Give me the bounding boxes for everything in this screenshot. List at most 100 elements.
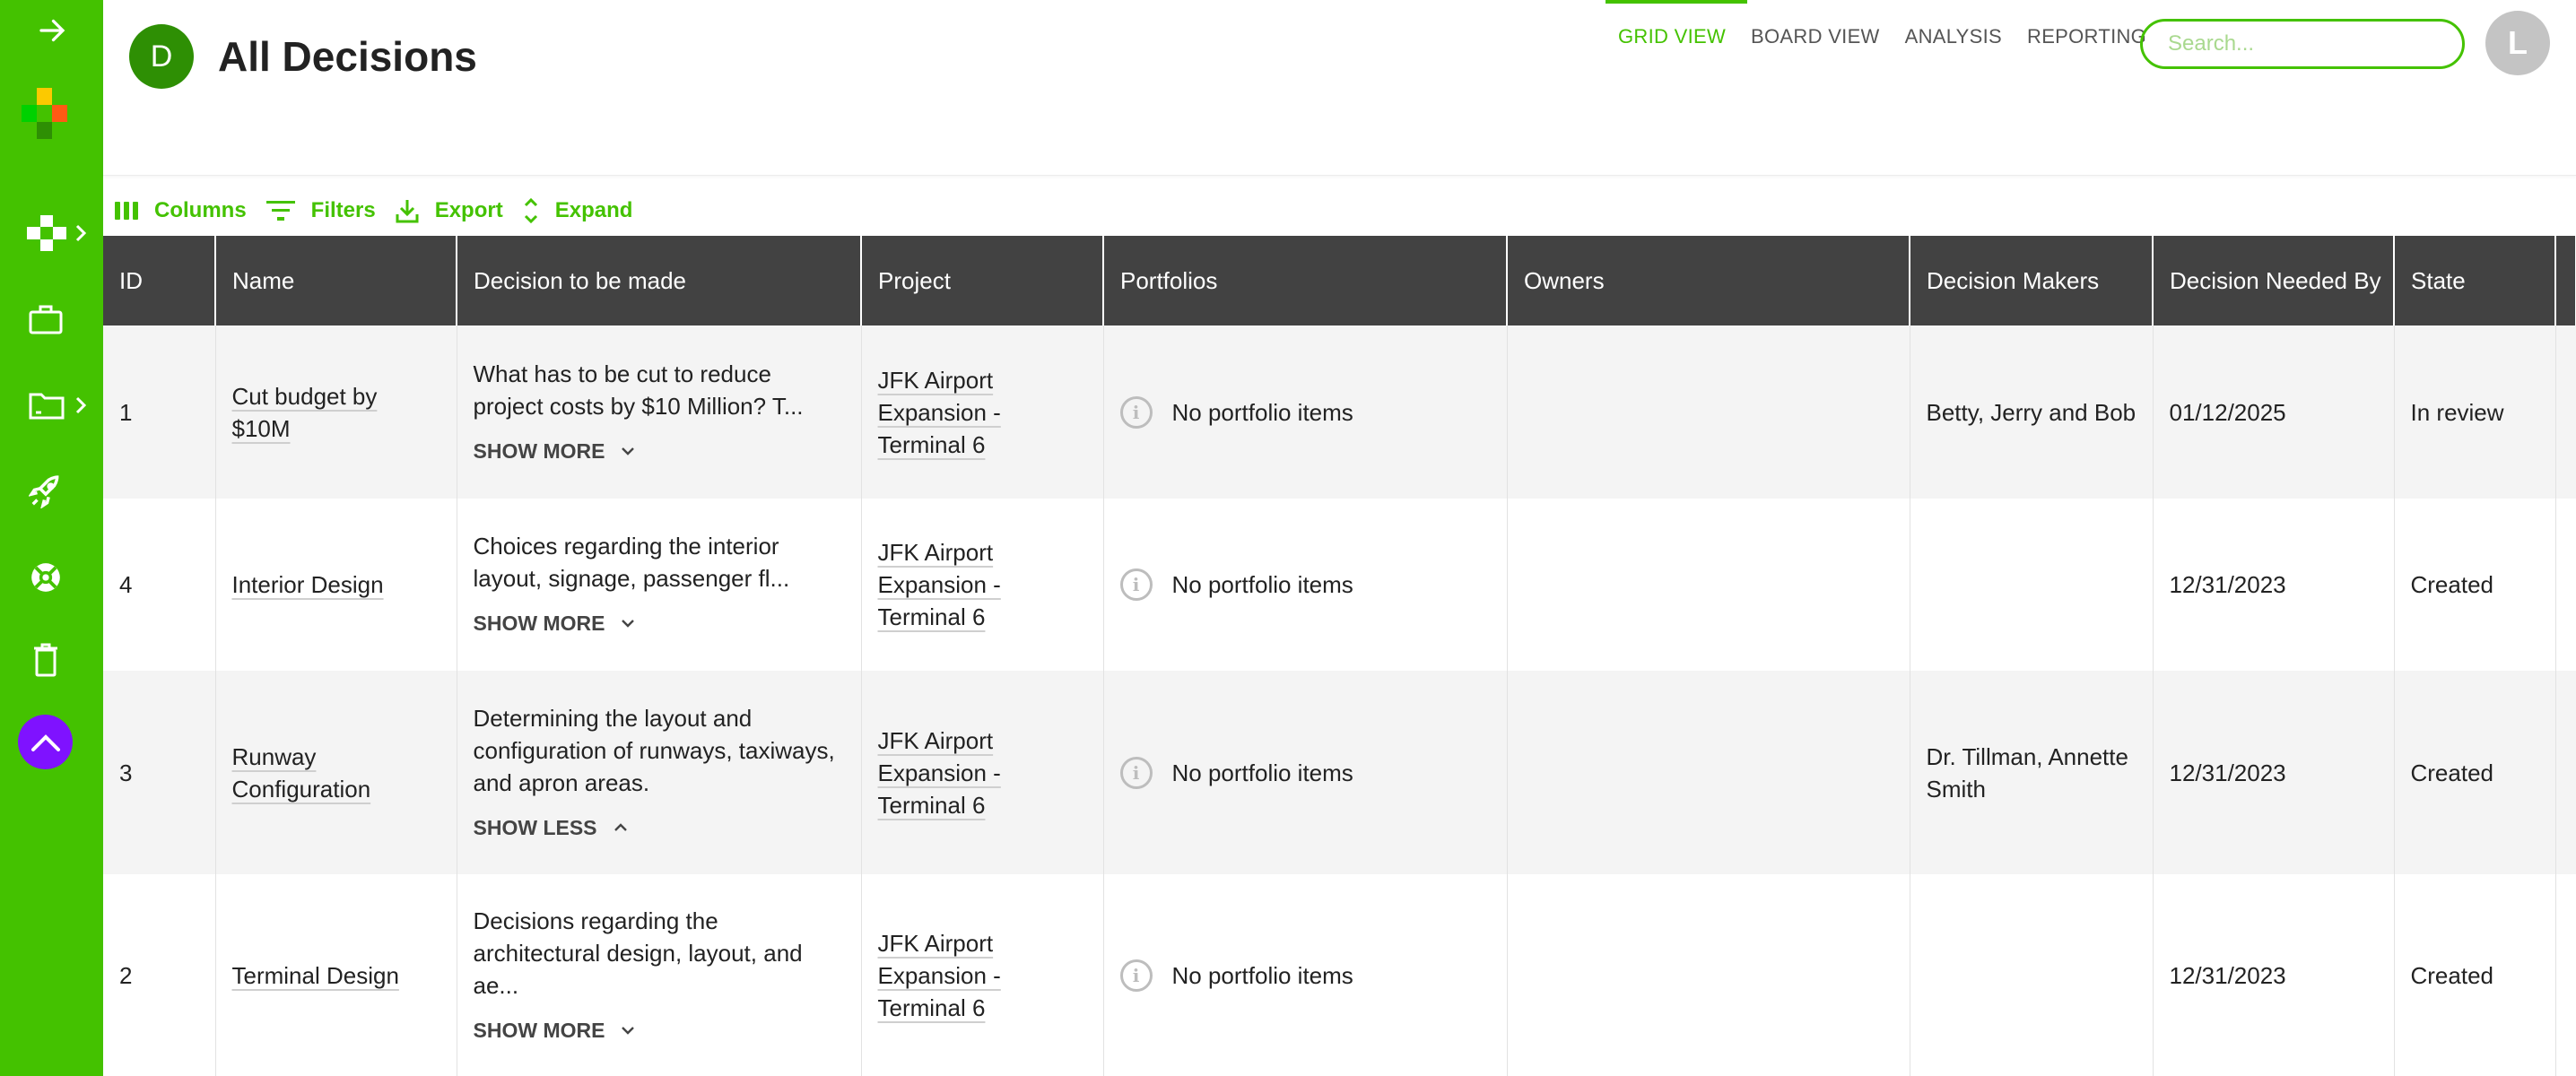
- expand-vertical-icon: [524, 197, 537, 224]
- grid-toolbar: Columns Filters Export Expand: [115, 192, 652, 230]
- cell-extra: [2555, 325, 2576, 499]
- tab-board-view[interactable]: BOARD VIEW: [1738, 0, 1893, 72]
- needed-by-value: 12/31/2023: [2169, 759, 2286, 786]
- filters-label: Filters: [310, 198, 376, 222]
- decision-name-link[interactable]: Terminal Design: [232, 962, 399, 989]
- column-header-decision[interactable]: Decision to be made: [457, 236, 862, 325]
- column-header-needed-by[interactable]: Decision Needed By: [2153, 236, 2395, 325]
- tab-reporting[interactable]: REPORTING: [2015, 0, 2159, 72]
- tab-grid-view[interactable]: GRID VIEW: [1606, 0, 1748, 72]
- cell-id: 2: [103, 874, 216, 1076]
- chevron-down-icon: [622, 447, 635, 456]
- info-icon: i: [1119, 756, 1153, 789]
- column-header-decision-makers[interactable]: Decision Makers: [1910, 236, 2154, 325]
- decision-name-link[interactable]: Cut budget by $10M: [232, 383, 378, 442]
- tab-analysis[interactable]: ANALYSIS: [1893, 0, 2015, 72]
- expand-sidebar-button[interactable]: [0, 4, 103, 57]
- decision-name-link[interactable]: Interior Design: [232, 571, 384, 598]
- state-value: Created: [2410, 759, 2494, 786]
- columns-button[interactable]: Columns: [115, 198, 247, 223]
- chevron-down-icon: [622, 1026, 635, 1035]
- column-header-state[interactable]: State: [2394, 236, 2556, 325]
- show-toggle-button[interactable]: SHOW LESS: [474, 811, 628, 844]
- column-header-project[interactable]: Project: [861, 236, 1104, 325]
- state-value: Created: [2410, 961, 2494, 989]
- decisions-avatar: D: [129, 24, 194, 89]
- page-title: All Decisions: [218, 33, 477, 80]
- cell-state: Created: [2394, 874, 2556, 1076]
- sidebar-item-trash[interactable]: [0, 633, 103, 687]
- cell-needed-by: 12/31/2023: [2153, 671, 2395, 874]
- show-toggle-button[interactable]: SHOW MORE: [474, 1014, 636, 1046]
- cell-portfolios: i No portfolio items: [1103, 671, 1508, 874]
- arrow-right-icon: [39, 19, 65, 42]
- project-link[interactable]: JFK Airport Expansion - Terminal 6: [878, 367, 1001, 458]
- column-header-id[interactable]: ID: [103, 236, 216, 325]
- cell-id: 1: [103, 325, 216, 499]
- cell-decision-makers: Dr. Tillman, Annette Smith: [1910, 671, 2154, 874]
- decision-makers-value: Betty, Jerry and Bob: [1926, 398, 2137, 426]
- sidebar-item-folders[interactable]: [0, 378, 103, 432]
- sidebar-item-dashboards[interactable]: [0, 206, 103, 260]
- table-header-row: ID Name Decision to be made Project Port…: [103, 236, 2576, 325]
- trash-icon: [33, 643, 57, 677]
- decision-name-link[interactable]: Runway Configuration: [232, 743, 371, 803]
- sidebar-item-work[interactable]: [0, 292, 103, 346]
- column-header-owners[interactable]: Owners: [1507, 236, 1910, 325]
- cell-decision: What has to be cut to reduce project cos…: [457, 325, 862, 499]
- sidebar: [0, 0, 103, 1076]
- decisions-table: ID Name Decision to be made Project Port…: [103, 236, 2576, 1076]
- cell-portfolios: i No portfolio items: [1103, 874, 1508, 1076]
- portfolios-value: No portfolio items: [1171, 571, 1353, 598]
- project-link[interactable]: JFK Airport Expansion - Terminal 6: [878, 539, 1001, 630]
- decision-text: Determining the layout and configuration…: [473, 704, 835, 796]
- cell-name: Runway Configuration: [215, 671, 457, 874]
- export-button[interactable]: Export: [396, 198, 503, 223]
- project-link[interactable]: JFK Airport Expansion - Terminal 6: [878, 727, 1001, 819]
- grid-cross-icon: [26, 215, 66, 251]
- info-icon: i: [1119, 568, 1153, 601]
- cell-extra: [2555, 499, 2576, 671]
- search-input[interactable]: [2168, 31, 2446, 56]
- lifebuoy-icon: [30, 563, 60, 592]
- project-link[interactable]: JFK Airport Expansion - Terminal 6: [878, 930, 1001, 1021]
- chevron-down-icon: [622, 620, 635, 628]
- user-avatar[interactable]: L: [2485, 11, 2550, 75]
- cell-state: In review: [2394, 325, 2556, 499]
- view-tabs: GRID VIEW BOARD VIEW ANALYSIS REPORTING: [1606, 0, 2159, 72]
- cell-name: Cut budget by $10M: [215, 325, 457, 499]
- show-toggle-label: SHOW MORE: [473, 1018, 605, 1042]
- column-header-name[interactable]: Name: [215, 236, 457, 325]
- sidebar-item-help[interactable]: [0, 551, 103, 604]
- filters-button[interactable]: Filters: [265, 198, 376, 223]
- table-row[interactable]: 1 Cut budget by $10M What has to be cut …: [103, 325, 2576, 499]
- table-row[interactable]: 3 Runway Configuration Determining the l…: [103, 671, 2576, 874]
- sidebar-item-launch[interactable]: [0, 464, 103, 518]
- id-value: 1: [119, 398, 133, 426]
- table-row[interactable]: 4 Interior Design Choices regarding the …: [103, 499, 2576, 671]
- column-header-portfolios[interactable]: Portfolios: [1103, 236, 1508, 325]
- cell-decision-makers: [1910, 499, 2154, 671]
- scroll-top-button[interactable]: [18, 715, 73, 769]
- expand-button[interactable]: Expand: [523, 197, 632, 224]
- show-toggle-button[interactable]: SHOW MORE: [474, 435, 636, 467]
- app-logo[interactable]: [22, 88, 68, 140]
- cell-extra: [2555, 874, 2576, 1076]
- needed-by-value: 01/12/2025: [2169, 398, 2286, 426]
- show-toggle-label: SHOW MORE: [473, 612, 605, 635]
- cell-decision: Choices regarding the interior layout, s…: [457, 499, 862, 671]
- cell-id: 4: [103, 499, 216, 671]
- decision-text: What has to be cut to reduce project cos…: [473, 360, 804, 420]
- table-row[interactable]: 2 Terminal Design Decisions regarding th…: [103, 874, 2576, 1076]
- show-toggle-label: SHOW MORE: [473, 438, 605, 463]
- cell-decision: Decisions regarding the architectural de…: [457, 874, 862, 1076]
- cell-decision-makers: [1910, 874, 2154, 1076]
- folder-icon: [29, 393, 64, 420]
- show-toggle-button[interactable]: SHOW MORE: [474, 607, 636, 639]
- briefcase-icon: [29, 305, 62, 334]
- decision-text: Decisions regarding the architectural de…: [473, 907, 803, 999]
- chevron-right-icon: [75, 396, 87, 414]
- needed-by-value: 12/31/2023: [2169, 961, 2286, 989]
- cell-decision-makers: Betty, Jerry and Bob: [1910, 325, 2154, 499]
- columns-label: Columns: [154, 198, 247, 222]
